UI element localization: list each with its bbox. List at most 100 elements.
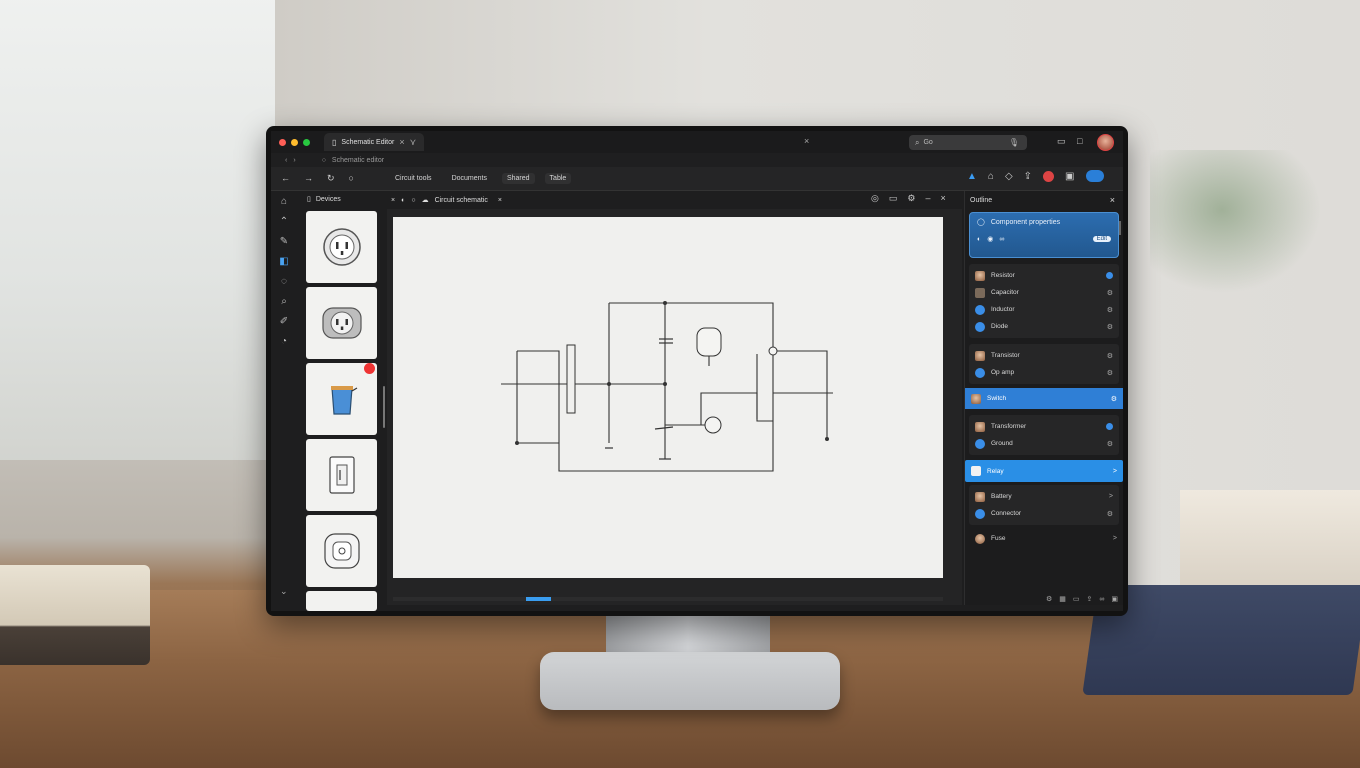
canvas-tool-icon[interactable]: ◐ — [401, 197, 405, 204]
chevron-right-icon[interactable]: > — [1113, 535, 1117, 542]
card-pill[interactable]: Edit — [1092, 236, 1111, 242]
image-icon[interactable]: ▭ — [889, 193, 898, 204]
menu-item-shared[interactable]: Shared — [501, 173, 535, 184]
share-footer-icon[interactable]: ⇪ — [1087, 595, 1093, 603]
list-item[interactable]: Op amp ⚙ — [969, 364, 1119, 381]
chat-icon[interactable]: ◌ — [281, 276, 287, 287]
gear-icon[interactable]: ⚙ — [1107, 510, 1113, 518]
share-icon[interactable]: ⇪ — [1024, 171, 1032, 182]
pen-icon[interactable]: ✎ — [280, 236, 288, 247]
menu-item-circuit-tools[interactable]: Circuit tools — [390, 173, 437, 184]
forward-icon[interactable]: › — [293, 157, 295, 164]
list-item[interactable]: Battery > — [969, 488, 1119, 505]
forward-arrow-icon[interactable]: → — [304, 173, 313, 184]
back-icon[interactable]: ‹ — [285, 157, 287, 164]
gear-icon[interactable]: ⚙ — [1107, 306, 1113, 314]
gear-icon[interactable]: ⚙ — [1107, 289, 1113, 297]
library-item-outlet[interactable] — [306, 211, 377, 283]
library-scrollbar[interactable] — [383, 386, 385, 428]
home-icon[interactable]: ⌂ — [281, 196, 287, 207]
library-item-plug[interactable] — [306, 287, 377, 359]
list-item[interactable]: Transformer — [969, 418, 1119, 435]
thumbnail-icon — [975, 321, 985, 332]
tag-icon[interactable]: ◇ — [1005, 171, 1013, 182]
list-item[interactable]: Inductor ⚙ — [969, 301, 1119, 318]
settings-footer-icon[interactable]: ⚙ — [1046, 595, 1052, 603]
collapse-icon[interactable]: ⌄ — [280, 586, 288, 597]
chevron-right-icon[interactable]: > — [1109, 493, 1113, 500]
canvas-scroll-thumb[interactable] — [526, 597, 551, 601]
list-item[interactable]: Resistor — [969, 267, 1119, 284]
home-outline-icon[interactable]: ⌂ — [988, 171, 994, 182]
minimize-icon[interactable]: – — [925, 193, 930, 204]
browser-tab[interactable]: ▯ Schematic Editor × ⋎ — [324, 133, 425, 151]
close-window-button[interactable] — [279, 138, 286, 146]
minimize-window-button[interactable] — [291, 138, 298, 146]
list-item[interactable]: Transistor ⚙ — [969, 347, 1119, 364]
window-icon[interactable]: ▣ — [1065, 171, 1074, 182]
record-icon[interactable]: ○ — [349, 173, 354, 184]
card-link-icon[interactable]: ∞ — [999, 236, 1004, 243]
clock-icon[interactable]: ◔ — [281, 336, 287, 347]
panel-close-icon[interactable]: × — [1110, 195, 1115, 205]
search-tool-icon[interactable]: ⌕ — [281, 296, 287, 307]
canvas-tab-title[interactable]: Circuit schematic — [435, 197, 488, 204]
menu-item-table[interactable]: Table — [544, 173, 572, 184]
refresh-icon[interactable]: ↻ — [327, 173, 335, 184]
chevron-right-icon[interactable]: > — [1113, 468, 1117, 475]
back-arrow-icon[interactable]: ← — [281, 173, 290, 184]
list-item[interactable]: Ground ⚙ — [969, 435, 1119, 452]
card-toggle-icon[interactable]: ◐ — [977, 236, 981, 243]
tab-list-icon[interactable]: ⋎ — [410, 137, 417, 148]
canvas-scrollbar[interactable] — [393, 597, 943, 601]
maximize-window-button[interactable] — [303, 138, 310, 146]
globe-icon[interactable]: ◎ — [871, 193, 879, 204]
gear-icon[interactable]: ⚙ — [1107, 369, 1113, 377]
link-footer-icon[interactable]: ∞ — [1099, 596, 1104, 603]
menu-icon[interactable]: ▭ — [1057, 136, 1066, 147]
brush-icon[interactable]: ✐ — [280, 316, 288, 327]
canvas-dot-icon[interactable]: ○ — [411, 197, 415, 204]
list-item[interactable]: Capacitor ⚙ — [969, 284, 1119, 301]
cloud-icon[interactable] — [1085, 170, 1104, 182]
window-close-icon[interactable]: × — [804, 136, 809, 146]
search-field[interactable]: ⌕ Go 🎙︎ — [909, 135, 1027, 150]
window-footer-icon[interactable]: ▣ — [1111, 595, 1118, 603]
list-item-selected[interactable]: Switch ⚙ — [965, 388, 1123, 409]
square-icon[interactable]: □ — [1077, 136, 1082, 146]
gear-icon[interactable]: ⚙ — [1111, 395, 1117, 403]
close-canvas-icon[interactable]: × — [940, 193, 945, 204]
gear-icon[interactable]: ⚙ — [1107, 323, 1113, 331]
list-item-selected[interactable]: Relay > — [965, 460, 1123, 482]
canvas-tab-close[interactable]: × — [498, 197, 502, 204]
list-item[interactable]: Diode ⚙ — [969, 318, 1119, 335]
list-item[interactable]: Fuse > — [965, 530, 1123, 547]
grid-footer-icon[interactable]: ▦ — [1059, 595, 1066, 603]
node-symbol — [768, 346, 778, 356]
list-item[interactable]: Connector ⚙ — [969, 505, 1119, 522]
menu-item-documents[interactable]: Documents — [447, 173, 492, 184]
properties-card[interactable]: ◯ Component properties ◐ ◉ ∞ Edit — [969, 212, 1119, 258]
panel-scrollbar[interactable] — [1119, 221, 1121, 235]
library-item-cup[interactable] — [306, 363, 377, 435]
library-item-partial[interactable] — [306, 591, 377, 611]
user-avatar[interactable] — [1097, 134, 1114, 151]
switch-arm — [654, 426, 674, 430]
notification-icon[interactable] — [1043, 170, 1055, 182]
schematic-canvas[interactable] — [393, 217, 943, 578]
tab-close-icon[interactable]: × — [399, 137, 404, 147]
canvas-close-icon[interactable]: × — [391, 197, 395, 204]
item-label: Battery — [991, 493, 1012, 500]
card-eye-icon[interactable]: ◉ — [987, 235, 993, 243]
settings-icon[interactable]: ⚙ — [907, 193, 915, 204]
gear-icon[interactable]: ⚙ — [1107, 352, 1113, 360]
image-footer-icon[interactable]: ▭ — [1073, 595, 1080, 603]
library-item-switch[interactable] — [306, 439, 377, 511]
drop-icon[interactable]: ▲ — [967, 171, 977, 182]
layers-icon[interactable]: ◧ — [279, 256, 288, 267]
library-item-socket[interactable] — [306, 515, 377, 587]
address-bar[interactable]: ‹ › ○ Schematic editor — [271, 153, 1123, 167]
mic-icon[interactable]: 🎙︎ — [1009, 138, 1019, 147]
arrow-icon[interactable]: ⌃ — [280, 216, 288, 227]
gear-icon[interactable]: ⚙ — [1107, 440, 1113, 448]
